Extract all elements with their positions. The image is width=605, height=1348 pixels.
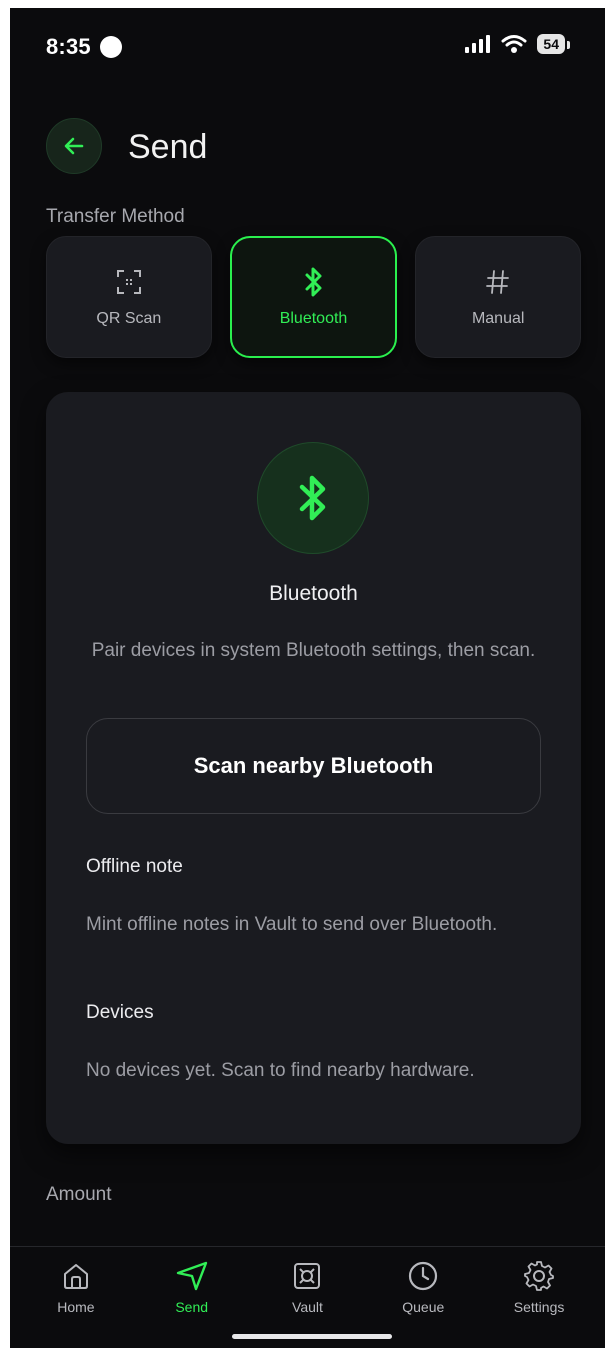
tab-settings[interactable]: Settings xyxy=(489,1247,589,1348)
devices-empty-text: No devices yet. Scan to find nearby hard… xyxy=(86,1060,475,1081)
battery-indicator: 54 xyxy=(537,34,570,54)
home-icon xyxy=(61,1259,91,1293)
card-description: Pair devices in system Bluetooth setting… xyxy=(91,640,536,661)
method-manual[interactable]: Manual xyxy=(415,236,582,358)
home-indicator xyxy=(232,1334,392,1339)
method-label: Manual xyxy=(471,310,525,327)
tab-queue[interactable]: Queue xyxy=(373,1247,473,1348)
devices-heading: Devices xyxy=(86,1002,154,1023)
status-time: 8:35 xyxy=(46,34,91,59)
page-title: Send xyxy=(128,128,208,166)
qr-scan-icon xyxy=(116,266,142,298)
card-title: Bluetooth xyxy=(269,582,358,605)
bluetooth-icon xyxy=(304,266,324,298)
bluetooth-card: Bluetooth Pair devices in system Bluetoo… xyxy=(46,392,581,1144)
tab-home[interactable]: Home xyxy=(26,1247,126,1348)
scan-bluetooth-button[interactable]: Scan nearby Bluetooth xyxy=(86,718,541,814)
tab-vault[interactable]: Vault xyxy=(257,1247,357,1348)
bluetooth-badge xyxy=(257,442,369,554)
tab-label: Send xyxy=(175,1299,209,1315)
offline-note-text: Mint offline notes in Vault to send over… xyxy=(86,914,498,935)
tab-label: Vault xyxy=(292,1299,323,1315)
method-qr-scan[interactable]: QR Scan xyxy=(46,236,212,358)
transfer-method-selector: QR Scan Bluetooth Manual xyxy=(46,236,582,358)
gear-icon xyxy=(523,1259,555,1293)
method-bluetooth[interactable]: Bluetooth xyxy=(229,236,398,358)
bottom-tab-bar: Home Send Vault Queue Settings xyxy=(10,1246,605,1348)
arrow-left-icon xyxy=(64,137,84,155)
tab-label: Queue xyxy=(402,1299,445,1315)
transfer-method-label: Transfer Method xyxy=(46,206,185,227)
bluetooth-icon xyxy=(299,475,326,521)
wifi-icon xyxy=(501,35,527,53)
clock-icon xyxy=(407,1259,439,1293)
signal-icon xyxy=(465,35,491,53)
status-icons: 54 xyxy=(465,34,570,54)
send-icon xyxy=(175,1259,209,1293)
tab-label: Home xyxy=(57,1299,95,1315)
tab-send[interactable]: Send xyxy=(142,1247,242,1348)
vault-icon xyxy=(292,1259,322,1293)
method-label: Bluetooth xyxy=(279,310,348,327)
app-screen: 8:35 54 Send Transfer Method QR Scan Blu… xyxy=(10,8,605,1348)
amount-label: Amount xyxy=(46,1184,112,1205)
back-button[interactable] xyxy=(46,118,102,174)
tab-label: Settings xyxy=(513,1299,565,1315)
offline-note-heading: Offline note xyxy=(86,856,183,877)
method-label: QR Scan xyxy=(96,310,162,327)
recording-indicator-icon xyxy=(100,36,122,58)
hash-icon xyxy=(486,266,510,298)
